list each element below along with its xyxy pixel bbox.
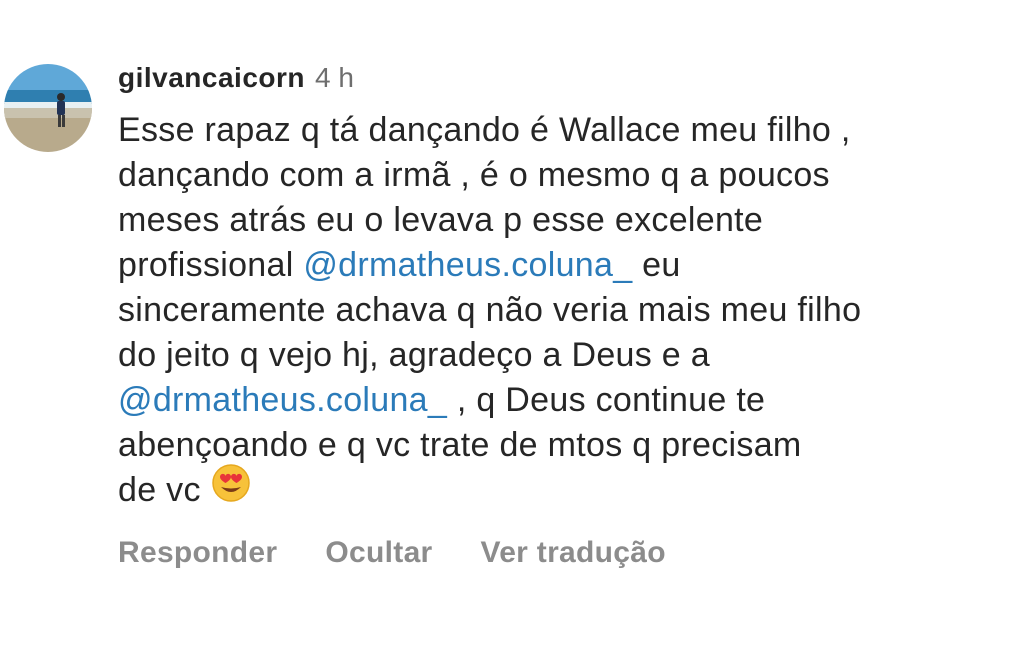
- username[interactable]: gilvancaicorn: [118, 62, 305, 94]
- comment-body: gilvancaicorn 4 h Esse rapaz q tá dançan…: [118, 62, 1018, 513]
- comment-text-segment: , q Deus continue te: [447, 381, 766, 419]
- comment-line: de vc: [118, 464, 1018, 513]
- timestamp: 4 h: [315, 62, 354, 93]
- mention-link[interactable]: @drmatheus.coluna_: [303, 246, 632, 284]
- comment-line: sinceramente achava q não veria mais meu…: [118, 291, 862, 329]
- beach-photo-avatar-icon: [4, 64, 92, 152]
- comment-line: meses atrás eu o levava p esse excelente: [118, 201, 764, 239]
- comment-line: dançando com a irmã , é o mesmo q a pouc…: [118, 156, 830, 194]
- hide-button[interactable]: Ocultar: [325, 536, 432, 570]
- reply-button[interactable]: Responder: [118, 536, 277, 570]
- comment-text: Esse rapaz q tá dançando é Wallace meu f…: [118, 108, 1018, 513]
- comment-line: abençoando e q vc trate de mtos q precis…: [118, 426, 802, 464]
- comment-line: profissional @drmatheus.coluna_ eu: [118, 243, 1018, 288]
- see-translation-button[interactable]: Ver tradução: [481, 536, 666, 570]
- comment: gilvancaicorn 4 h Esse rapaz q tá dançan…: [0, 0, 1024, 662]
- comment-text-segment: profissional: [118, 246, 304, 284]
- comment-header: gilvancaicorn 4 h: [118, 62, 1018, 106]
- comment-line: do jeito q vejo hj, agradeço a Deus e a: [118, 336, 710, 374]
- comment-actions: Responder Ocultar Ver tradução: [118, 536, 714, 570]
- comment-text-segment: de vc: [118, 471, 201, 509]
- comment-line: Esse rapaz q tá dançando é Wallace meu f…: [118, 111, 851, 149]
- heart-eyes-emoji-icon: [211, 463, 251, 515]
- mention-link[interactable]: @drmatheus.coluna_: [118, 381, 447, 419]
- comment-line: @drmatheus.coluna_ , q Deus continue te: [118, 378, 1018, 423]
- comment-text-segment: eu: [632, 246, 681, 284]
- avatar[interactable]: [4, 64, 92, 152]
